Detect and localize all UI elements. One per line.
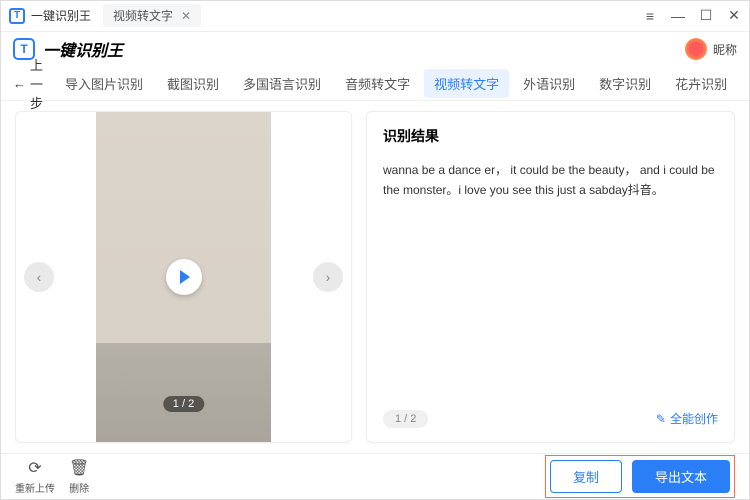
delete-button[interactable]: 🗑 删除	[69, 458, 89, 495]
main-content: ‹ 1 / 2 › 识别结果 wanna be a dance er， it c…	[1, 101, 749, 453]
close-window-icon[interactable]: ✕	[727, 9, 741, 23]
play-button[interactable]	[166, 259, 202, 295]
result-footer: 1 / 2 ✎ 全能创作	[383, 410, 718, 428]
titlebar-tab[interactable]: 视频转文字 ✕	[103, 4, 201, 27]
result-title: 识别结果	[383, 126, 718, 146]
ai-create-label: 全能创作	[670, 410, 718, 427]
nickname-label: 昵称	[713, 41, 737, 58]
nav-tabs: ← 上一步 导入图片识别 截图识别 多国语言识别 音频转文字 视频转文字 外语识…	[1, 67, 749, 101]
reupload-label: 重新上传	[15, 480, 55, 495]
delete-label: 删除	[69, 480, 89, 495]
result-page-indicator: 1 / 2	[383, 410, 428, 428]
window-buttons: ≡ — ☐ ✕	[643, 9, 741, 23]
tab-import-image[interactable]: 导入图片识别	[55, 69, 153, 98]
result-text[interactable]: wanna be a dance er， it could be the bea…	[383, 160, 718, 400]
maximize-icon[interactable]: ☐	[699, 9, 713, 23]
video-panel: ‹ 1 / 2 ›	[15, 111, 352, 443]
video-page-indicator: 1 / 2	[163, 396, 204, 412]
titlebar-app-name: 一键识别王	[31, 7, 91, 24]
back-arrow-icon: ←	[13, 76, 26, 91]
reupload-button[interactable]: ⟳ 重新上传	[15, 458, 55, 495]
copy-button[interactable]: 复制	[550, 460, 622, 493]
ai-create-button[interactable]: ✎ 全能创作	[656, 410, 718, 427]
refresh-icon: ⟳	[28, 458, 41, 478]
minimize-icon[interactable]: —	[671, 9, 685, 23]
prev-video-button[interactable]: ‹	[24, 262, 54, 292]
bottom-bar: ⟳ 重新上传 🗑 删除 复制 导出文本	[1, 453, 749, 499]
tab-multilang[interactable]: 多国语言识别	[233, 69, 331, 98]
tab-audio-to-text[interactable]: 音频转文字	[335, 69, 420, 98]
tab-plant[interactable]: 植物识别	[741, 69, 750, 98]
app-header: T 一键识别王 昵称	[1, 32, 749, 67]
avatar[interactable]	[685, 38, 707, 60]
menu-icon[interactable]: ≡	[643, 9, 657, 23]
tab-number[interactable]: 数字识别	[589, 69, 661, 98]
tab-flower[interactable]: 花卉识别	[665, 69, 737, 98]
tab-video-to-text[interactable]: 视频转文字	[424, 69, 509, 98]
result-panel: 识别结果 wanna be a dance er， it could be th…	[366, 111, 735, 443]
export-button-group: 复制 导出文本	[545, 455, 735, 498]
titlebar-tab-label: 视频转文字	[113, 7, 173, 24]
app-title: 一键识别王	[43, 37, 123, 61]
close-tab-icon[interactable]: ✕	[181, 9, 191, 23]
trash-icon: 🗑	[69, 458, 89, 478]
play-icon	[180, 270, 190, 284]
next-video-button[interactable]: ›	[313, 262, 343, 292]
app-logo-small: T	[9, 8, 25, 24]
tab-screenshot[interactable]: 截图识别	[157, 69, 229, 98]
export-button[interactable]: 导出文本	[632, 460, 730, 493]
tab-foreign-lang[interactable]: 外语识别	[513, 69, 585, 98]
video-preview[interactable]: 1 / 2	[96, 112, 271, 442]
pencil-icon: ✎	[656, 412, 666, 426]
window-titlebar: T 一键识别王 视频转文字 ✕ ≡ — ☐ ✕	[1, 1, 749, 32]
